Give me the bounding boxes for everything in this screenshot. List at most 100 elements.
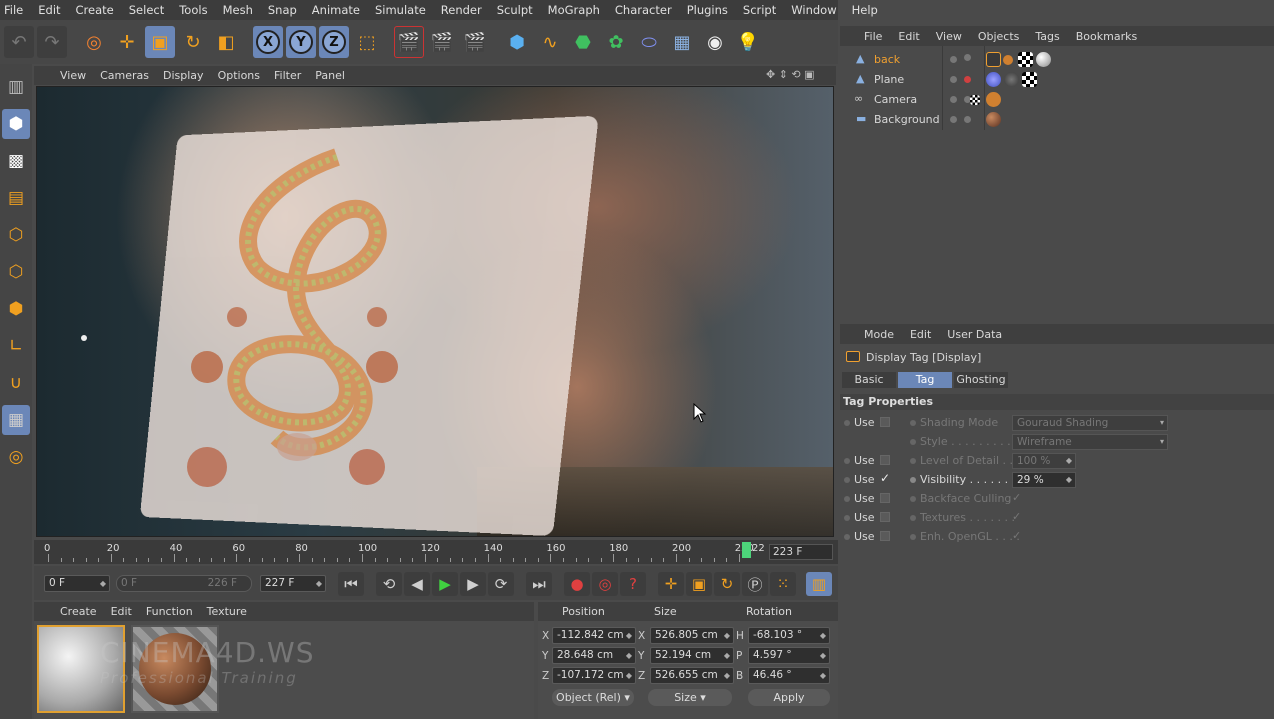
axis-z-button[interactable]: Z (319, 26, 349, 58)
key-point-level-icon[interactable]: ⁙ (770, 572, 796, 596)
viewport-menu-cameras[interactable]: Cameras (100, 69, 149, 82)
rot-b-field[interactable]: 46.46 ° ◆ (748, 667, 830, 684)
use-opengl-checkbox[interactable] (880, 531, 890, 541)
render-visibility-dot[interactable] (964, 76, 971, 83)
editor-visibility-dot[interactable] (950, 56, 957, 63)
edges-mode-icon[interactable]: ⬡ (2, 257, 30, 287)
start-frame-field[interactable]: 0 F ◆ (44, 575, 110, 592)
animate-dot[interactable] (844, 420, 850, 426)
camera-icon[interactable]: ◉ (700, 26, 730, 58)
scale-tool-icon[interactable]: ▣ (145, 26, 175, 58)
editor-visibility-dot[interactable] (950, 116, 957, 123)
menu-plugins[interactable]: Plugins (687, 3, 728, 17)
key-position-icon[interactable]: ✛ (658, 572, 684, 596)
goto-next-key-icon[interactable]: ⟳ (488, 572, 514, 596)
nurbs-icon[interactable]: ⬣ (568, 26, 598, 58)
xpresso-tag-icon[interactable] (1003, 55, 1013, 65)
texture-tag-icon[interactable] (1022, 72, 1037, 87)
snap-icon[interactable]: ∪ (2, 368, 30, 398)
use-backface-checkbox[interactable] (880, 493, 890, 503)
light-icon[interactable]: 💡 (733, 26, 763, 58)
object-row-back[interactable]: ▲ back (840, 50, 1274, 70)
preview-range-slider[interactable]: 0 F 226 F (116, 575, 252, 592)
make-editable-icon[interactable]: ▥ (2, 72, 30, 102)
use-shading-checkbox[interactable] (880, 417, 890, 427)
size-z-field[interactable]: 526.655 cm ◆ (650, 667, 734, 684)
animate-dot[interactable] (910, 458, 916, 464)
menu-render[interactable]: Render (441, 3, 482, 17)
material-tag-icon[interactable] (1036, 52, 1051, 67)
material-menu-function[interactable]: Function (146, 605, 193, 618)
size-mode-dropdown[interactable]: Size ▾ (648, 689, 732, 706)
redo-icon[interactable]: ↷ (37, 26, 67, 58)
select-tool-icon[interactable]: ◎ (79, 26, 109, 58)
recent-tool-icon[interactable]: ◧ (211, 26, 241, 58)
pos-y-field[interactable]: 28.648 cm ◆ (552, 647, 636, 664)
keyframe-selection-icon[interactable]: ? (620, 572, 646, 596)
material-tag-icon[interactable] (1004, 72, 1019, 87)
viewport[interactable] (36, 86, 834, 537)
rotate-tool-icon[interactable]: ↻ (178, 26, 208, 58)
viewport-menu-options[interactable]: Options (218, 69, 260, 82)
current-frame-field[interactable]: 223 F (769, 544, 833, 560)
menu-window[interactable]: Window (791, 3, 836, 17)
menu-tools[interactable]: Tools (179, 3, 207, 17)
animate-dot[interactable] (910, 534, 916, 540)
menu-mograph[interactable]: MoGraph (548, 3, 600, 17)
menu-character[interactable]: Character (615, 3, 672, 17)
axis-mode-icon[interactable]: ∟ (2, 331, 30, 361)
axis-x-button[interactable]: X (253, 26, 283, 58)
material-menu-create[interactable]: Create (60, 605, 97, 618)
points-mode-icon[interactable]: ⬡ (2, 220, 30, 250)
background-material-tag-icon[interactable] (986, 112, 1001, 127)
textures-check[interactable]: ✓ (1012, 510, 1021, 523)
apply-button[interactable]: Apply (748, 689, 830, 706)
object-row-background[interactable]: ▬ Background (840, 110, 1274, 130)
undo-icon[interactable]: ↶ (4, 26, 34, 58)
display-tag-icon[interactable] (986, 52, 1001, 67)
locked-workplane-icon[interactable]: ◎ (2, 442, 30, 472)
style-dropdown[interactable]: Wireframe ▾ (1012, 434, 1168, 450)
move-tool-icon[interactable]: ✛ (112, 26, 142, 58)
play-icon[interactable]: ▶ (432, 572, 458, 596)
animate-dot[interactable] (844, 458, 850, 464)
menu-script[interactable]: Script (743, 3, 776, 17)
object-row-camera[interactable]: ∞ Camera (840, 90, 1274, 110)
deformer-icon[interactable]: ⬭ (634, 26, 664, 58)
editor-visibility-dot[interactable] (950, 76, 957, 83)
object-row-plane[interactable]: ▲ Plane (840, 70, 1274, 90)
next-frame-icon[interactable]: ▶ (460, 572, 486, 596)
texture-mode-icon[interactable]: ▩ (2, 146, 30, 176)
object-menu-tags[interactable]: Tags (1035, 30, 1059, 43)
model-mode-icon[interactable]: ⬢ (2, 109, 30, 139)
menu-simulate[interactable]: Simulate (375, 3, 426, 17)
use-visibility-check[interactable]: ✓ (880, 471, 890, 485)
render-picture-viewer-icon[interactable]: 🎬 (427, 26, 457, 58)
object-menu-objects[interactable]: Objects (978, 30, 1020, 43)
menu-select[interactable]: Select (129, 3, 164, 17)
key-parameter-icon[interactable]: Ⓟ (742, 572, 768, 596)
viewport-menu-view[interactable]: View (60, 69, 86, 82)
material-menu-texture[interactable]: Texture (207, 605, 247, 618)
animate-dot[interactable] (844, 534, 850, 540)
animate-dot[interactable] (910, 420, 916, 426)
visibility-field[interactable]: 29 % ◆ (1012, 472, 1076, 488)
render-view-icon[interactable]: 🎬 (394, 26, 424, 58)
menu-sculpt[interactable]: Sculpt (497, 3, 533, 17)
menu-mesh[interactable]: Mesh (223, 3, 253, 17)
phong-tag-icon[interactable] (986, 72, 1001, 87)
animate-dot[interactable] (910, 477, 916, 483)
timeline-scrubber[interactable] (742, 542, 751, 558)
attribute-menu-user-data[interactable]: User Data (947, 328, 1002, 341)
editor-visibility-dot[interactable] (950, 96, 957, 103)
key-rotation-icon[interactable]: ↻ (714, 572, 740, 596)
rot-h-field[interactable]: -68.103 ° ◆ (748, 627, 830, 644)
menu-create[interactable]: Create (76, 3, 114, 17)
tab-ghosting[interactable]: Ghosting (954, 372, 1008, 388)
polygons-mode-icon[interactable]: ⬢ (2, 294, 30, 324)
attribute-menu-edit[interactable]: Edit (910, 328, 931, 341)
goto-end-icon[interactable]: ⏭ (526, 572, 552, 596)
menu-help[interactable]: Help (852, 3, 878, 17)
animate-dot[interactable] (910, 496, 916, 502)
material-menu-edit[interactable]: Edit (111, 605, 132, 618)
